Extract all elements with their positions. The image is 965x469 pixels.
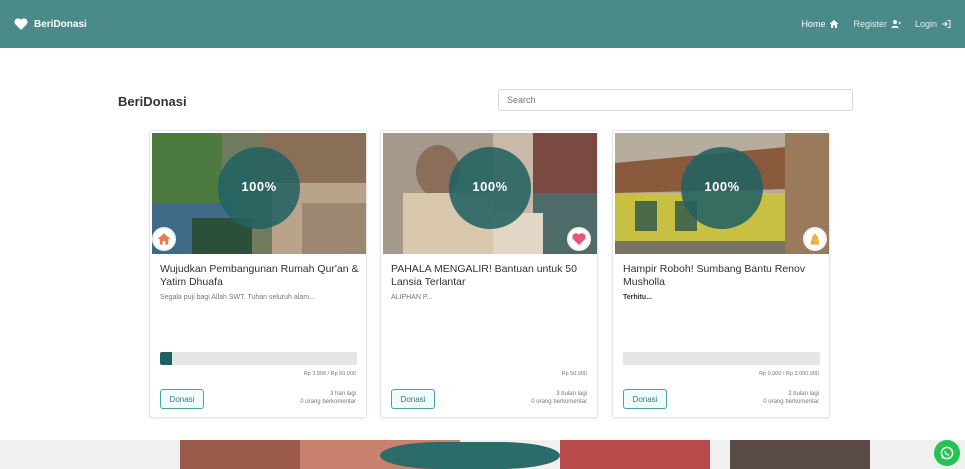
campaign-card[interactable]: 100% Hampir Roboh! Sumbang Bantu Renov M…	[612, 130, 830, 418]
next-section-preview	[0, 440, 965, 469]
campaign-description: Terhitu...	[623, 294, 653, 301]
category-badge	[152, 227, 176, 251]
heart-icon	[572, 233, 586, 246]
days-left: 3 hari lagi	[329, 391, 356, 397]
progress-bar	[623, 352, 820, 365]
donate-button[interactable]: Donasi	[160, 389, 204, 409]
donate-button[interactable]: Donasi	[623, 389, 667, 409]
campaign-overlay-badge: 100%	[218, 147, 300, 229]
category-badge	[567, 227, 591, 251]
campaign-card[interactable]: 100% Wujudkan Pembangunan Rumah Qur'an &…	[149, 130, 367, 418]
campaign-overlay-badge: 100%	[449, 147, 531, 229]
campaign-image[interactable]: 100%	[152, 133, 366, 254]
heart-icon	[14, 18, 28, 30]
mosque-icon	[810, 233, 820, 245]
donate-button[interactable]: Donasi	[391, 389, 435, 409]
campaign-title[interactable]: Wujudkan Pembangunan Rumah Qur'an & Yati…	[160, 263, 360, 289]
collected-amount: Rp 50.000	[561, 371, 587, 377]
comment-count: 0 orang berkomentar	[531, 399, 587, 405]
nav-home[interactable]: Home	[801, 19, 839, 29]
whatsapp-icon	[940, 446, 954, 460]
sign-in-icon	[942, 20, 951, 28]
page-title: BeriDonasi	[118, 94, 187, 109]
nav-register[interactable]: Register	[853, 19, 901, 29]
nav-login[interactable]: Login	[915, 19, 951, 29]
brand-name: BeriDonasi	[34, 18, 87, 30]
navbar: BeriDonasi Home Register Login	[0, 0, 965, 48]
campaign-image[interactable]: 100%	[383, 133, 597, 254]
nav-register-label: Register	[853, 19, 887, 29]
home-icon	[157, 233, 171, 245]
comment-count: 0 orang berkomentar	[763, 399, 819, 405]
main-content: BeriDonasi 100% Wujudkan Pembangunan Rum…	[0, 48, 965, 440]
user-plus-icon	[891, 20, 901, 28]
campaign-meta: 3 hari lagi 0 orang berkomentar	[300, 390, 356, 406]
progress-bar	[160, 352, 357, 365]
campaign-meta: 3 bulan lagi 0 orang berkomentar	[531, 390, 587, 406]
brand-link[interactable]: BeriDonasi	[14, 18, 87, 30]
banner-image	[0, 440, 965, 469]
campaign-card[interactable]: 100% PAHALA MENGALIR! Bantuan untuk 50 L…	[380, 130, 598, 418]
campaign-title[interactable]: Hampir Roboh! Sumbang Bantu Renov Mushol…	[623, 263, 823, 289]
campaign-title[interactable]: PAHALA MENGALIR! Bantuan untuk 50 Lansia…	[391, 263, 591, 289]
days-left: 2 bulan lagi	[788, 391, 819, 397]
home-icon	[829, 20, 839, 28]
days-left: 3 bulan lagi	[556, 391, 587, 397]
nav-home-label: Home	[801, 19, 826, 29]
search-input[interactable]	[498, 89, 853, 111]
progress-fill	[160, 352, 172, 365]
campaign-description: Segala puji bagi Allah SWT. Tuhan seluru…	[160, 294, 315, 301]
comment-count: 0 orang berkomentar	[300, 399, 356, 405]
nav-links: Home Register Login	[801, 19, 951, 29]
campaign-overlay-badge: 100%	[681, 147, 763, 229]
campaign-description: ALIPHAN P...	[391, 294, 433, 301]
collected-amount: Rp 3.808 / Rp 60.000	[303, 371, 356, 377]
campaign-meta: 2 bulan lagi 0 orang berkomentar	[763, 390, 819, 406]
collected-amount: Rp 0.000 / Rp 3.000.000	[759, 371, 819, 377]
category-badge	[803, 227, 827, 251]
whatsapp-button[interactable]	[934, 440, 960, 466]
nav-login-label: Login	[914, 19, 937, 29]
campaign-image[interactable]: 100%	[615, 133, 829, 254]
